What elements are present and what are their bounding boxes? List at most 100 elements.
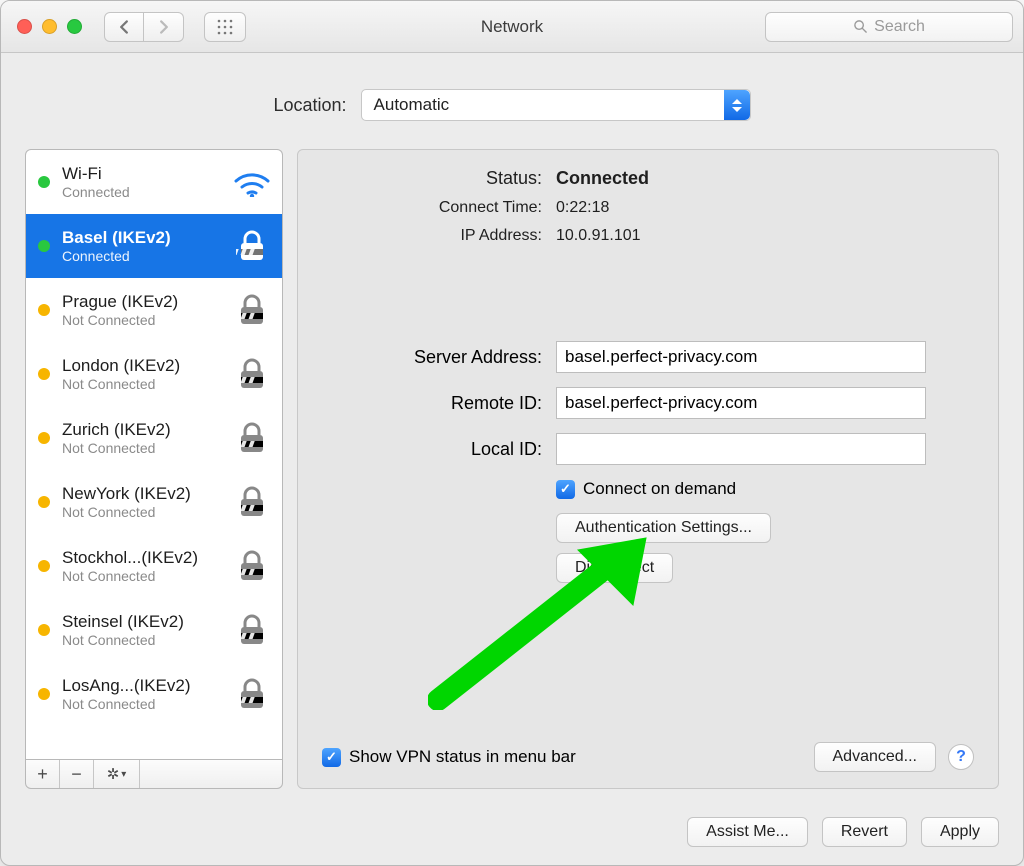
add-service-button[interactable]: + <box>26 760 60 788</box>
service-item[interactable]: Stockhol...(IKEv2) Not Connected <box>26 534 282 598</box>
select-stepper-icon <box>724 90 750 120</box>
ip-address-value: 10.0.91.101 <box>556 227 974 245</box>
service-item[interactable]: Wi-Fi Connected <box>26 150 282 214</box>
status-dot-icon <box>38 624 50 636</box>
server-address-input[interactable] <box>556 341 926 373</box>
service-status: Not Connected <box>62 440 220 456</box>
show-vpn-checkbox[interactable]: ✓ <box>322 748 341 767</box>
service-status: Not Connected <box>62 504 220 520</box>
service-name: NewYork (IKEv2) <box>62 484 220 504</box>
connect-on-demand-label: Connect on demand <box>583 479 736 499</box>
back-button[interactable] <box>104 12 144 42</box>
assist-me-button[interactable]: Assist Me... <box>687 817 808 847</box>
ip-address-label: IP Address: <box>322 227 542 245</box>
service-status: Not Connected <box>62 696 220 712</box>
status-dot-icon <box>38 496 50 508</box>
service-labels: Zurich (IKEv2) Not Connected <box>62 420 220 456</box>
service-labels: Stockhol...(IKEv2) Not Connected <box>62 548 220 584</box>
remote-id-input[interactable] <box>556 387 926 419</box>
status-block: Status: Connected Connect Time: 0:22:18 … <box>322 168 974 245</box>
services-list[interactable]: Wi-Fi Connected Basel (IKEv2) Connected … <box>25 149 283 759</box>
status-dot-icon <box>38 432 50 444</box>
connect-time-value: 0:22:18 <box>556 199 974 217</box>
revert-button[interactable]: Revert <box>822 817 907 847</box>
local-id-input[interactable] <box>556 433 926 465</box>
lock-icon <box>232 229 272 263</box>
service-name: Steinsel (IKEv2) <box>62 612 220 632</box>
window-zoom-button[interactable] <box>67 19 82 34</box>
help-button[interactable]: ? <box>948 744 974 770</box>
service-name: Zurich (IKEv2) <box>62 420 220 440</box>
titlebar: Network Search <box>1 1 1023 53</box>
service-item[interactable]: Steinsel (IKEv2) Not Connected <box>26 598 282 662</box>
lock-icon <box>232 357 272 391</box>
services-sidebar: Wi-Fi Connected Basel (IKEv2) Connected … <box>25 149 283 789</box>
search-icon <box>853 19 868 34</box>
lock-icon <box>232 421 272 455</box>
service-labels: London (IKEv2) Not Connected <box>62 356 220 392</box>
show-vpn-row[interactable]: ✓ Show VPN status in menu bar <box>322 747 576 767</box>
service-item[interactable]: Prague (IKEv2) Not Connected <box>26 278 282 342</box>
traffic-lights <box>17 19 82 34</box>
service-status: Not Connected <box>62 312 220 328</box>
disconnect-button[interactable]: Disconnect <box>556 553 673 583</box>
service-status: Connected <box>62 248 220 264</box>
forward-button[interactable] <box>144 12 184 42</box>
lock-icon <box>232 677 272 711</box>
service-name: London (IKEv2) <box>62 356 220 376</box>
lock-icon <box>232 293 272 327</box>
nav-back-forward <box>104 12 184 42</box>
remove-service-button[interactable]: − <box>60 760 94 788</box>
service-name: Prague (IKEv2) <box>62 292 220 312</box>
service-item[interactable]: Zurich (IKEv2) Not Connected <box>26 406 282 470</box>
sidebar-tools: + − ✲▾ <box>25 759 283 789</box>
connect-on-demand-checkbox[interactable]: ✓ <box>556 480 575 499</box>
service-item[interactable]: LosAng...(IKEv2) Not Connected <box>26 662 282 726</box>
show-vpn-label: Show VPN status in menu bar <box>349 747 576 767</box>
service-item[interactable]: London (IKEv2) Not Connected <box>26 342 282 406</box>
window-minimize-button[interactable] <box>42 19 57 34</box>
service-item[interactable]: Basel (IKEv2) Connected <box>26 214 282 278</box>
service-labels: NewYork (IKEv2) Not Connected <box>62 484 220 520</box>
lock-icon <box>232 549 272 583</box>
service-name: Basel (IKEv2) <box>62 228 220 248</box>
service-status: Not Connected <box>62 568 220 584</box>
status-dot-icon <box>38 304 50 316</box>
connect-time-label: Connect Time: <box>322 199 542 217</box>
location-value: Automatic <box>374 95 450 115</box>
status-value: Connected <box>556 168 974 189</box>
location-row: Location: Automatic <box>1 53 1023 149</box>
service-status: Not Connected <box>62 376 220 392</box>
status-dot-icon <box>38 368 50 380</box>
network-preferences-window: Network Search Location: Automatic Wi-Fi… <box>0 0 1024 866</box>
detail-footer: ✓ Show VPN status in menu bar Advanced..… <box>322 742 974 772</box>
service-actions-button[interactable]: ✲▾ <box>94 760 140 788</box>
apply-button[interactable]: Apply <box>921 817 999 847</box>
lock-icon <box>232 485 272 519</box>
detail-pane: Status: Connected Connect Time: 0:22:18 … <box>297 149 999 789</box>
service-name: LosAng...(IKEv2) <box>62 676 220 696</box>
service-labels: LosAng...(IKEv2) Not Connected <box>62 676 220 712</box>
local-id-label: Local ID: <box>322 439 542 460</box>
vpn-form: Server Address: Remote ID: Local ID: ✓ C… <box>322 341 974 583</box>
service-labels: Steinsel (IKEv2) Not Connected <box>62 612 220 648</box>
chevron-down-icon: ▾ <box>121 769 126 780</box>
wifi-icon <box>232 167 272 197</box>
service-item[interactable]: NewYork (IKEv2) Not Connected <box>26 470 282 534</box>
status-dot-icon <box>38 240 50 252</box>
service-labels: Prague (IKEv2) Not Connected <box>62 292 220 328</box>
authentication-settings-button[interactable]: Authentication Settings... <box>556 513 771 543</box>
advanced-button[interactable]: Advanced... <box>814 742 937 772</box>
service-labels: Wi-Fi Connected <box>62 164 220 200</box>
location-select[interactable]: Automatic <box>361 89 751 121</box>
show-all-button[interactable] <box>204 12 246 42</box>
status-dot-icon <box>38 176 50 188</box>
search-field[interactable]: Search <box>765 12 1013 42</box>
connect-on-demand-row[interactable]: ✓ Connect on demand <box>556 479 974 499</box>
lock-icon <box>232 613 272 647</box>
status-dot-icon <box>38 688 50 700</box>
remote-id-label: Remote ID: <box>322 393 542 414</box>
location-label: Location: <box>273 95 346 116</box>
window-close-button[interactable] <box>17 19 32 34</box>
window-button-row: Assist Me... Revert Apply <box>1 803 1023 865</box>
